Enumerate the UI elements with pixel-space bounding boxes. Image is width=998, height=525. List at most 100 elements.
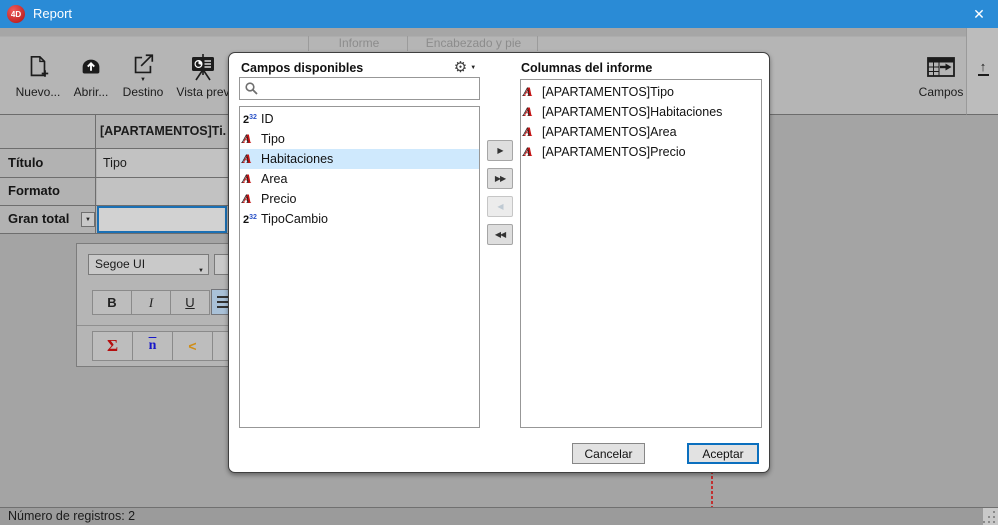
search-input[interactable]: [261, 81, 479, 97]
add-all-columns-button[interactable]: ▶▶: [487, 168, 513, 189]
up-arrow-bar: [978, 74, 989, 76]
underline-button[interactable]: U: [170, 290, 210, 315]
search-icon: [245, 82, 258, 95]
column-header-cell[interactable]: [APARTAMENTOS]Ti...: [97, 116, 227, 147]
ribbon-right-strip: ↑: [966, 28, 998, 115]
text-style-buttons: B I U: [93, 290, 210, 315]
dropdown-caret-icon: ▼: [198, 262, 204, 281]
tab-encabezado[interactable]: Encabezado y pie: [411, 36, 536, 51]
font-family-value: Segoe UI: [95, 257, 145, 271]
column-name: [APARTAMENTOS]Tipo: [542, 85, 674, 99]
column-name: [APARTAMENTOS]Precio: [542, 145, 686, 159]
bold-button[interactable]: B: [92, 290, 132, 315]
grid-line: [0, 233, 229, 234]
titulo-value-cell[interactable]: Tipo: [97, 149, 227, 177]
gran-total-value-cell[interactable]: [97, 206, 227, 233]
less-than-icon: <: [188, 338, 196, 354]
format-panel: Segoe UI ▼ B I U Σ n <: [76, 243, 236, 367]
field-name: TipoCambio: [261, 212, 328, 226]
grip-dots-icon: [983, 508, 998, 525]
average-button[interactable]: n: [132, 331, 173, 361]
gear-icon: ⚙: [454, 60, 467, 75]
field-type-icon: A: [524, 147, 542, 157]
remove-all-columns-button[interactable]: ◀◀: [487, 224, 513, 245]
report-editor-window: 4D Report ✕ Informe Encabezado y pie Nue…: [0, 0, 998, 525]
tab-separator: [407, 36, 408, 51]
list-item[interactable]: APrecio: [240, 189, 479, 209]
field-type-icon: A: [243, 154, 261, 164]
destination-button-label: Destino: [114, 85, 172, 99]
gear-caret-icon: ▼: [470, 65, 476, 71]
sigma-icon: Σ: [107, 336, 118, 356]
fields-button-label: Campos: [912, 85, 970, 99]
up-arrow-icon: ↑: [980, 60, 987, 73]
list-item[interactable]: 232ID: [240, 109, 479, 129]
list-item[interactable]: AArea: [240, 169, 479, 189]
column-properties-table: [APARTAMENTOS]Ti... Título Tipo Formato …: [0, 115, 229, 234]
list-item[interactable]: A[APARTAMENTOS]Tipo: [521, 82, 761, 102]
min-button[interactable]: <: [172, 331, 213, 361]
column-name: [APARTAMENTOS]Habitaciones: [542, 105, 722, 119]
status-bar: [0, 507, 998, 525]
field-type-icon: A: [243, 174, 261, 184]
available-fields-list[interactable]: 232ID ATipo AHabitaciones AArea APrecio …: [239, 106, 480, 428]
add-column-button[interactable]: ▶: [487, 140, 513, 161]
italic-button[interactable]: I: [131, 290, 171, 315]
report-columns-list[interactable]: A[APARTAMENTOS]Tipo A[APARTAMENTOS]Habit…: [520, 79, 762, 428]
aggregate-buttons: Σ n <: [93, 331, 234, 361]
field-type-icon: 232: [243, 113, 261, 125]
tab-informe[interactable]: Informe: [312, 36, 406, 51]
4d-logo-icon: 4D: [7, 5, 25, 23]
list-item[interactable]: A[APARTAMENTOS]Habitaciones: [521, 102, 761, 122]
column-name: [APARTAMENTOS]Area: [542, 125, 677, 139]
preview-button-label: Vista prev: [174, 85, 232, 99]
record-count-label: Número de registros: 2: [8, 509, 135, 523]
gran-total-dropdown-button[interactable]: ▼: [81, 212, 95, 227]
field-name: ID: [261, 112, 274, 126]
remove-column-button: ◀: [487, 196, 513, 217]
list-item[interactable]: A[APARTAMENTOS]Area: [521, 122, 761, 142]
new-button-label: Nuevo...: [9, 85, 67, 99]
field-search-box[interactable]: [239, 77, 480, 100]
dropdown-caret-icon: ▼: [85, 217, 91, 223]
open-button[interactable]: Abrir...: [62, 52, 120, 99]
list-item[interactable]: ATipo: [240, 129, 479, 149]
cancel-button[interactable]: Cancelar: [572, 443, 645, 464]
font-family-select[interactable]: Segoe UI ▼: [88, 254, 209, 275]
list-item[interactable]: A[APARTAMENTOS]Precio: [521, 142, 761, 162]
report-columns-title: Columnas del informe: [521, 61, 652, 75]
formato-value-cell[interactable]: [97, 178, 227, 205]
open-tray-icon: [62, 52, 120, 82]
panel-divider: [77, 325, 235, 326]
avg-icon: n: [149, 338, 157, 354]
new-document-icon: [9, 52, 67, 82]
preview-button[interactable]: Vista prev: [174, 52, 232, 99]
new-button[interactable]: Nuevo...: [9, 52, 67, 99]
field-type-icon: A: [243, 134, 261, 144]
field-type-icon: A: [243, 194, 261, 204]
resize-grip[interactable]: [983, 508, 998, 525]
field-name: Area: [261, 172, 287, 186]
list-item[interactable]: 232TipoCambio: [240, 209, 479, 229]
preview-easel-icon: [174, 52, 232, 82]
row-label-titulo: Título: [8, 148, 43, 177]
sum-button[interactable]: Σ: [92, 331, 133, 361]
field-type-icon: 232: [243, 213, 261, 225]
list-item-selected[interactable]: AHabitaciones: [240, 149, 479, 169]
close-icon[interactable]: ✕: [962, 0, 996, 28]
gear-menu-button[interactable]: ⚙ ▼: [449, 58, 481, 77]
title-bar[interactable]: 4D Report ✕: [0, 0, 998, 28]
fields-table-icon: [912, 52, 970, 82]
row-label-gran-total: Gran total: [8, 205, 69, 233]
page-break-guide: [711, 471, 713, 507]
grid-line: [95, 115, 96, 233]
fields-button[interactable]: Campos: [912, 52, 970, 99]
field-type-icon: A: [524, 107, 542, 117]
tab-separator: [308, 36, 309, 51]
ok-button[interactable]: Aceptar: [687, 443, 759, 464]
destination-button[interactable]: ▼ Destino: [114, 52, 172, 99]
field-name: Habitaciones: [261, 152, 333, 166]
field-name: Tipo: [261, 132, 285, 146]
destination-icon: [114, 52, 172, 78]
collapse-ribbon-button[interactable]: ↑: [973, 60, 993, 76]
